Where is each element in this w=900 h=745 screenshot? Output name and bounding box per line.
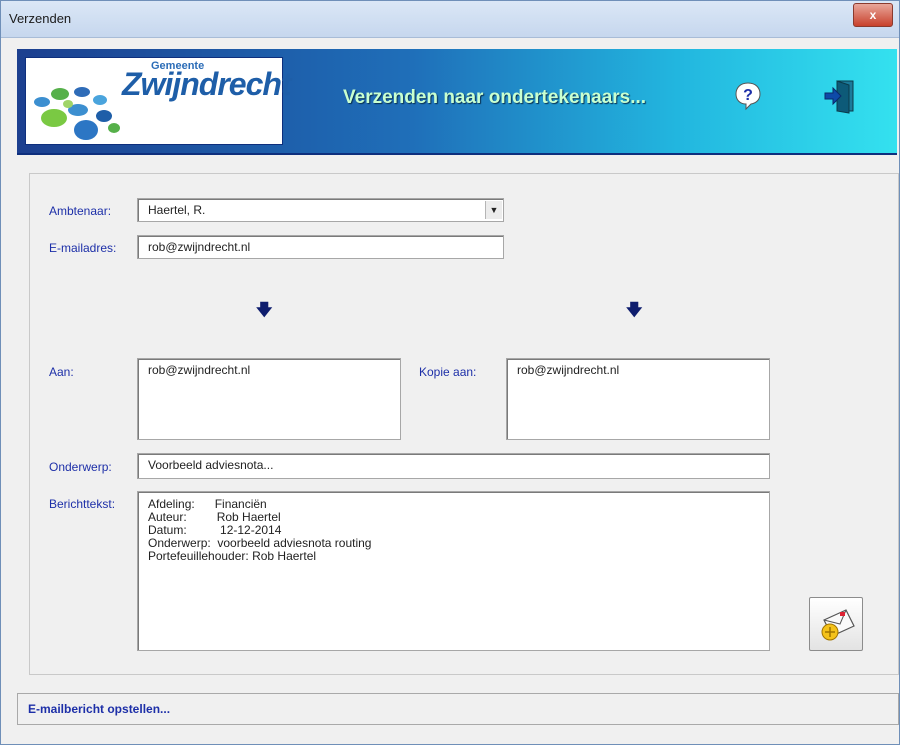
onderwerp-label: Onderwerp:: [49, 460, 112, 474]
header-banner: Gemeente Zwijndrecht Verzenden naar onde…: [17, 49, 897, 155]
svg-text:?: ?: [743, 87, 753, 104]
gemeente-logo: Gemeente Zwijndrecht: [25, 57, 292, 145]
close-button[interactable]: x: [853, 3, 893, 27]
send-mail-button[interactable]: [809, 597, 863, 651]
logo-dots-icon: [34, 87, 120, 140]
status-text: E-mailbericht opstellen...: [28, 702, 171, 716]
window-title: Verzenden: [9, 11, 72, 26]
aan-textarea[interactable]: rob@zwijndrecht.nl: [137, 358, 401, 440]
berichttekst-value: Afdeling: Financiën Auteur: Rob Haertel …: [148, 497, 372, 563]
arrow-down-icon: 🡇: [626, 302, 643, 319]
onderwerp-field[interactable]: Voorbeeld adviesnota...: [137, 453, 770, 479]
ambtenaar-combobox[interactable]: Haertel, R. ▼: [137, 198, 504, 222]
ambtenaar-value: Haertel, R.: [148, 203, 206, 217]
title-bar: Verzenden x: [1, 1, 899, 38]
kopie-label: Kopie aan:: [419, 365, 477, 379]
aan-value: rob@zwijndrecht.nl: [148, 363, 251, 377]
bericht-label: Berichttekst:: [49, 497, 116, 511]
chevron-down-icon[interactable]: ▼: [485, 201, 502, 219]
arrow-down-icon: 🡇: [256, 302, 273, 319]
email-label: E-mailadres:: [49, 241, 117, 255]
logo-name-text: Zwijndrecht: [122, 66, 292, 102]
aan-label: Aan:: [49, 365, 74, 379]
send-mail-icon: [821, 609, 855, 641]
banner-title: Verzenden naar ondertekenaars...: [343, 87, 647, 108]
email-value: rob@zwijndrecht.nl: [148, 240, 251, 254]
verzenden-window: Verzenden x Gemeente Zwijndrecht Verzend…: [0, 0, 900, 745]
status-bar: E-mailbericht opstellen...: [17, 693, 899, 725]
berichttekst-textarea[interactable]: Afdeling: Financiën Auteur: Rob Haertel …: [137, 491, 770, 651]
onderwerp-value: Voorbeeld adviesnota...: [148, 458, 274, 472]
kopie-textarea[interactable]: rob@zwijndrecht.nl: [506, 358, 770, 440]
help-question-icon[interactable]: ?: [733, 81, 763, 111]
exit-door-icon[interactable]: [823, 77, 859, 115]
kopie-value: rob@zwijndrecht.nl: [517, 363, 620, 377]
email-field[interactable]: rob@zwijndrecht.nl: [137, 235, 504, 259]
ambtenaar-label: Ambtenaar:: [49, 204, 112, 218]
